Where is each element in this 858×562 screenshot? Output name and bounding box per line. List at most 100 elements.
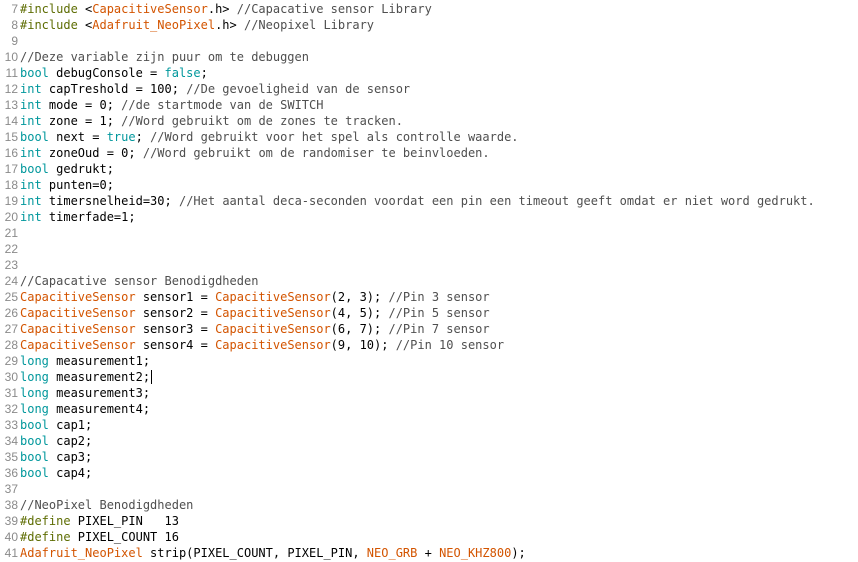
code-line[interactable]: 21 (0, 225, 20, 241)
code-token: CapacitiveSensor (92, 2, 208, 16)
code-token: cap3; (48, 450, 93, 464)
code-token: //Capacative sensor Benodigdheden (20, 274, 259, 288)
code-line[interactable]: 40 #define PIXEL_COUNT 16 (0, 529, 179, 545)
code-token: punten=0; (41, 178, 114, 192)
code-token: next = (48, 130, 107, 144)
code-token: sensor3 = (135, 322, 216, 336)
code-text: int capTreshold = 100; //De gevoeligheid… (18, 81, 410, 97)
code-token: bool (20, 66, 49, 80)
code-text: Adafruit_NeoPixel strip(PIXEL_COUNT, PIX… (18, 545, 526, 561)
line-number: 14 (4, 114, 18, 128)
code-token: #define (20, 530, 71, 544)
code-text: #include <CapacitiveSensor.h> //Capacati… (18, 1, 432, 17)
code-line[interactable]: 35 bool cap3; (0, 449, 93, 465)
code-line[interactable]: 39 #define PIXEL_PIN 13 (0, 513, 179, 529)
line-number: 15 (4, 130, 18, 144)
code-token: //Pin 5 sensor (388, 306, 490, 320)
line-number: 21 (4, 226, 18, 240)
code-line[interactable]: 12 int capTreshold = 100; //De gevoelighe… (0, 81, 411, 97)
code-token: long (20, 354, 49, 368)
code-token: int (20, 114, 42, 128)
code-token: zone = 1; (41, 114, 122, 128)
code-token: int (20, 82, 42, 96)
code-token: strip(PIXEL_COUNT, PIXEL_PIN, (142, 546, 367, 560)
code-line[interactable]: 8 #include <Adafruit_NeoPixel.h> //Neopix… (0, 17, 374, 33)
code-text: long measurement1; (18, 353, 150, 369)
code-token: true (106, 130, 136, 144)
code-line[interactable]: 24//Capacative sensor Benodigdheden (0, 273, 259, 289)
code-editor[interactable]: 7 #include <CapacitiveSensor.h> //Capacat… (0, 0, 858, 562)
code-line[interactable]: 38//NeoPixel Benodigdheden (0, 497, 194, 513)
code-token: int (20, 210, 42, 224)
code-token: //Het aantal deca-seconden voordat een p… (178, 194, 815, 208)
line-number: 11 (5, 66, 18, 80)
code-line[interactable]: 17 bool gedrukt; (0, 161, 114, 177)
line-number: 12 (4, 82, 18, 96)
code-line[interactable]: 19 int timersnelheid=30; //Het aantal dec… (0, 193, 815, 209)
code-line[interactable]: 20 int timerfade=1; (0, 209, 136, 225)
code-token: (9, 10); (330, 338, 396, 352)
code-line[interactable]: 31 long measurement3; (0, 385, 150, 401)
code-line[interactable]: 11 bool debugConsole = false; (0, 65, 208, 81)
code-text: int punten=0; (18, 177, 114, 193)
code-line[interactable]: 36 bool cap4; (0, 465, 93, 481)
code-token: int (20, 98, 42, 112)
line-number: 13 (4, 98, 18, 112)
code-line[interactable]: 32 long measurement4; (0, 401, 150, 417)
code-text: CapacitiveSensor sensor1 = CapacitiveSen… (18, 289, 490, 305)
code-line[interactable]: 27 CapacitiveSensor sensor3 = CapacitiveS… (0, 321, 490, 337)
code-token: measurement2; (48, 370, 151, 384)
code-token: #include (20, 18, 78, 32)
code-token: long (20, 370, 49, 384)
code-line[interactable]: 7 #include <CapacitiveSensor.h> //Capacat… (0, 1, 432, 17)
code-line[interactable]: 26 CapacitiveSensor sensor2 = CapacitiveS… (0, 305, 490, 321)
code-text: bool next = true; //Word gebruikt voor h… (18, 129, 519, 145)
code-text: #include <Adafruit_NeoPixel.h> //Neopixe… (18, 17, 374, 33)
code-token: capTreshold = 100; (41, 82, 187, 96)
code-line[interactable]: 18 int punten=0; (0, 177, 114, 193)
code-token: int (20, 146, 42, 160)
code-line[interactable]: 33 bool cap1; (0, 417, 93, 433)
text-caret (151, 370, 152, 384)
code-token: ; (200, 66, 208, 80)
code-line[interactable]: 10//Deze variable zijn puur om te debugg… (0, 49, 309, 65)
code-token: //Deze variable zijn puur om te debuggen (20, 50, 309, 64)
code-line[interactable]: 41 Adafruit_NeoPixel strip(PIXEL_COUNT, P… (0, 545, 526, 561)
code-text: CapacitiveSensor sensor4 = CapacitiveSen… (18, 337, 504, 353)
code-token: bool (20, 418, 49, 432)
code-line[interactable]: 16 int zoneOud = 0; //Word gebruikt om de… (0, 145, 490, 161)
code-text: //Deze variable zijn puur om te debuggen (18, 49, 309, 65)
line-number: 33 (4, 418, 18, 432)
code-token: timerfade=1; (41, 210, 136, 224)
code-line[interactable]: 29 long measurement1; (0, 353, 150, 369)
code-text: int zoneOud = 0; //Word gebruikt om de r… (18, 145, 490, 161)
code-line[interactable]: 22 (0, 241, 20, 257)
code-line[interactable]: 25 CapacitiveSensor sensor1 = CapacitiveS… (0, 289, 490, 305)
code-line[interactable]: 37 (0, 481, 20, 497)
code-line[interactable]: 34 bool cap2; (0, 433, 93, 449)
code-token: bool (20, 162, 49, 176)
code-line[interactable]: 14 int zone = 1; //Word gebruikt om de zo… (0, 113, 403, 129)
code-line[interactable]: 9 (0, 33, 20, 49)
line-number: 30 (4, 370, 18, 384)
code-token: gedrukt; (48, 162, 114, 176)
code-token: //Neopixel Library (243, 18, 375, 32)
code-token: //Pin 10 sensor (395, 338, 505, 352)
code-line[interactable]: 13 int mode = 0; //de startmode van de SW… (0, 97, 324, 113)
code-text: int timersnelheid=30; //Het aantal deca-… (18, 193, 815, 209)
code-token: int (20, 178, 42, 192)
code-token: measurement1; (48, 354, 151, 368)
code-token: //Pin 3 sensor (388, 290, 490, 304)
code-line[interactable]: 28 CapacitiveSensor sensor4 = CapacitiveS… (0, 337, 504, 353)
code-text: bool cap1; (18, 417, 92, 433)
code-token: measurement4; (48, 402, 151, 416)
code-line[interactable]: 30 long measurement2; (0, 369, 150, 385)
code-line[interactable]: 15 bool next = true; //Word gebruikt voor… (0, 129, 519, 145)
code-token: bool (20, 434, 49, 448)
code-token: debugConsole = (48, 66, 165, 80)
code-text: long measurement4; (18, 401, 150, 417)
code-token: //de startmode van de SWITCH (121, 98, 324, 112)
code-token: //Capacative sensor Library (236, 2, 432, 16)
code-token: CapacitiveSensor (20, 306, 136, 320)
code-line[interactable]: 23 (0, 257, 20, 273)
